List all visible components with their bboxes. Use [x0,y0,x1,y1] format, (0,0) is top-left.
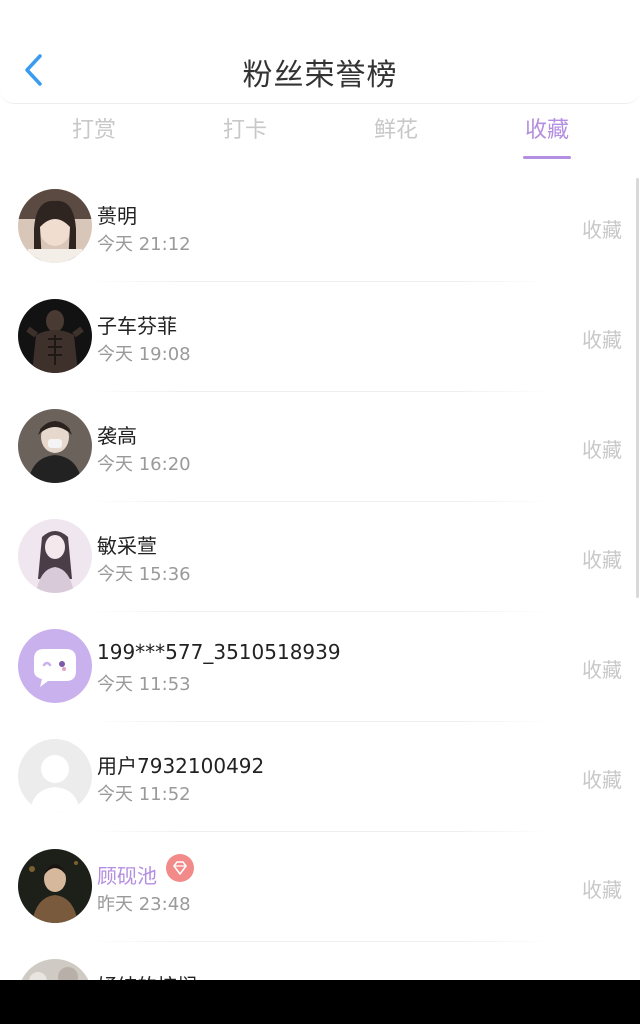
diamond-icon [166,854,194,882]
fan-name: 袭高 [97,424,137,448]
list-item[interactable]: 敏采萱 今天 15:36 收藏 [0,502,640,612]
action-label: 收藏 [582,438,622,462]
tab-tip[interactable]: 打赏 [34,112,154,144]
fan-time: 今天 16:20 [97,454,191,475]
action-label: 收藏 [582,768,622,792]
fan-name: 敏采萱 [97,534,157,558]
fan-time: 今天 11:53 [97,674,191,695]
photo-avatar[interactable] [18,189,92,263]
scrollbar[interactable] [636,178,639,598]
default-user-avatar[interactable] [18,739,92,813]
tab-checkin[interactable]: 打卡 [185,112,305,144]
action-label: 收藏 [582,878,622,902]
fan-name: 用户7932100492 [97,754,265,778]
fan-list: 蒉明 今天 21:12 收藏 子车芬菲 今天 19:08 收藏 袭高 今天 16… [0,172,640,980]
photo-avatar[interactable] [18,959,92,980]
tab-flowers[interactable]: 鲜花 [336,112,456,144]
list-item[interactable]: 用户7932100492 今天 11:52 收藏 [0,722,640,832]
list-item[interactable]: 袭高 今天 16:20 收藏 [0,392,640,502]
fan-name: 妤纯的棕榈 [97,970,197,980]
fan-name: 蒉明 [97,204,137,228]
fan-time: 今天 21:12 [97,234,191,255]
page-title: 粉丝荣誉榜 [242,58,398,93]
fan-time: 昨天 23:48 [97,894,191,915]
list-item[interactable]: 蒉明 今天 21:12 收藏 [0,172,640,282]
action-label: 收藏 [582,218,622,242]
system-navigation-bar [0,980,640,1024]
photo-avatar[interactable] [18,849,92,923]
list-item[interactable]: 顾砚池 昨天 23:48 收藏 [0,832,640,942]
fan-name: 199***577_3510518939 [97,640,341,664]
top-bar: 粉丝荣誉榜 [0,0,640,104]
tab-bar: 打赏 打卡 鲜花 收藏 [0,104,640,164]
photo-avatar[interactable] [18,519,92,593]
fan-name: 顾砚池 [97,864,157,888]
fan-time: 今天 19:08 [97,344,191,365]
chat-bubble-avatar[interactable] [18,629,92,703]
fan-time: 今天 11:52 [97,784,191,805]
fan-time: 今天 15:36 [97,564,191,585]
active-tab-indicator [523,156,571,159]
photo-avatar[interactable] [18,409,92,483]
photo-avatar[interactable] [18,299,92,373]
tab-favorites[interactable]: 收藏 [487,112,607,144]
list-item[interactable]: 子车芬菲 今天 19:08 收藏 [0,282,640,392]
fan-name: 子车芬菲 [97,314,177,338]
action-label: 收藏 [582,658,622,682]
list-item[interactable]: 妤纯的棕榈 [0,942,640,980]
action-label: 收藏 [582,548,622,572]
action-label: 收藏 [582,328,622,352]
list-item[interactable]: 199***577_3510518939 今天 11:53 收藏 [0,612,640,722]
